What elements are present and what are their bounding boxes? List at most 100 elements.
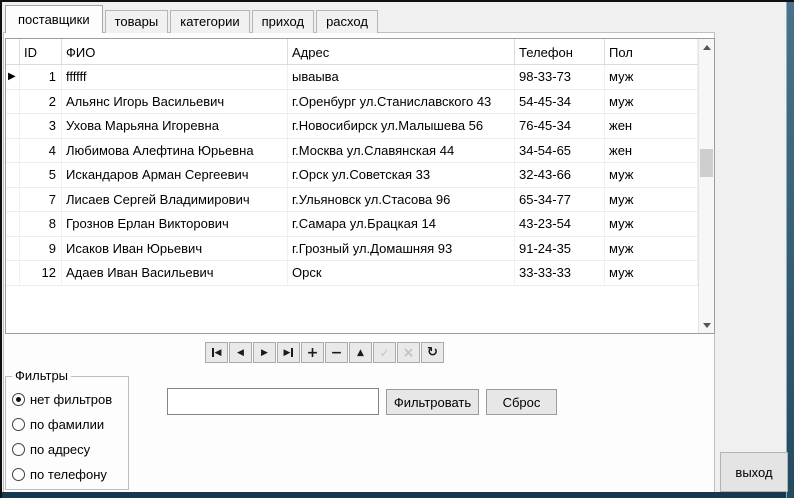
row-indicator-cell [6,187,20,212]
window-frame-bottom [2,492,794,498]
cell-pol: муж [605,212,698,237]
cell-id: 5 [20,163,62,188]
navigator-last-button[interactable]: ▶ [277,342,300,363]
cell-pol: муж [605,163,698,188]
navigator-delete-button[interactable]: − [325,342,348,363]
radio-icon [12,443,25,456]
table-row[interactable]: 9 Исаков Иван Юрьевич г.Грозный ул.Домашня… [6,236,698,261]
navigator-first-button[interactable]: ◀ [205,342,228,363]
table-row[interactable]: 3 Ухова Марьяна Игоревна г.Новосибирск ул.… [6,114,698,139]
cell-phone: 33-33-33 [515,261,605,286]
filter-input[interactable] [167,388,379,415]
app-window: поставщики товары категории приход расход ID… [0,0,794,498]
cell-fio: Грознов Ерлан Викторович [62,212,288,237]
cell-fio: Исаков Иван Юрьевич [62,236,288,261]
row-indicator-cell [6,89,20,114]
cell-phone: 98-33-73 [515,65,605,90]
chevron-up-icon [702,44,711,50]
cell-addr: Орск [288,261,515,286]
window-frame-right [786,2,794,498]
table-row[interactable]: 8 Грознов Ерлан Викторович г.Самара ул.Бра… [6,212,698,237]
cell-pol: жен [605,138,698,163]
cell-id: 12 [20,261,62,286]
table-row[interactable]: 4 Любимова Алефтина Юрьевна г.Москва ул.Сл… [6,138,698,163]
table-row[interactable]: ▶ 1 ffffff ываыва 98-33-73 муж [6,65,698,90]
cell-phone: 54-45-34 [515,89,605,114]
exit-button[interactable]: выход [720,452,788,492]
column-header-addr[interactable]: Адрес [288,39,515,65]
table-row[interactable]: 2 Альянс Игорь Васильевич г.Оренбург ул.Ст… [6,89,698,114]
scroll-up-button[interactable] [699,39,714,55]
cell-phone: 32-43-66 [515,163,605,188]
row-indicator-cell [6,261,20,286]
cell-addr: г.Москва ул.Славянская 44 [288,138,515,163]
filter-apply-button[interactable]: Фильтровать [386,389,479,415]
cell-pol: жен [605,114,698,139]
radio-icon [12,418,25,431]
cell-id: 4 [20,138,62,163]
cell-id: 9 [20,236,62,261]
cell-fio: Лисаев Сергей Владимирович [62,187,288,212]
filter-radio-2[interactable]: по адресу [12,441,128,458]
filter-options: нет фильтров по фамилии по адресу по телефо… [6,391,128,483]
table-row[interactable]: 7 Лисаев Сергей Владимирович г.Ульяновск у… [6,187,698,212]
tab-4[interactable]: расход [316,10,378,33]
cell-addr: г.Оренбург ул.Станиславского 43 [288,89,515,114]
navigator-prior-button[interactable]: ◀ [229,342,252,363]
cell-fio: Ухова Марьяна Игоревна [62,114,288,139]
table-header-row: ID ФИО Адрес Телефон Пол [6,39,698,65]
cell-id: 3 [20,114,62,139]
navigator-refresh-button[interactable]: ↻ [421,342,444,363]
cell-addr: г.Орск ул.Советская 33 [288,163,515,188]
current-row-arrow-icon: ▶ [8,70,16,82]
db-navigator: ◀ ◀ ▶ ▶ + − ▲ ✓ × ↻ [205,342,444,363]
suppliers-table: ID ФИО Адрес Телефон Пол ▶ 1 ffffff ываыва 98-33… [5,38,715,334]
filter-radio-3[interactable]: по телефону [12,466,128,483]
column-header-id[interactable]: ID [20,39,62,65]
tab-0[interactable]: поставщики [5,5,103,33]
cell-pol: муж [605,65,698,90]
vertical-scrollbar[interactable] [698,39,714,333]
filters-groupbox: Фильтры нет фильтров по фамилии по адресу п… [5,368,129,490]
filter-radio-label: по телефону [30,467,107,482]
row-indicator-cell [6,114,20,139]
filter-radio-0[interactable]: нет фильтров [12,391,128,408]
cell-pol: муж [605,236,698,261]
tab-1[interactable]: товары [104,10,169,33]
cell-addr: г.Грозный ул.Домашняя 93 [288,236,515,261]
filter-radio-label: нет фильтров [30,392,113,407]
navigator-next-button[interactable]: ▶ [253,342,276,363]
cell-phone: 43-23-54 [515,212,605,237]
navigator-edit-button[interactable]: ▲ [349,342,372,363]
indicator-column-header [6,39,20,65]
column-header-fio[interactable]: ФИО [62,39,288,65]
scroll-down-button[interactable] [699,317,714,333]
cell-id: 1 [20,65,62,90]
cell-addr: ываыва [288,65,515,90]
cell-phone: 65-34-77 [515,187,605,212]
filter-reset-button[interactable]: Сброс [486,389,557,415]
table-row[interactable]: 12 Адаев Иван Васильевич Орск 33-33-33 муж [6,261,698,286]
cell-fio: Любимова Алефтина Юрьевна [62,138,288,163]
cell-fio: Искандаров Арман Сергеевич [62,163,288,188]
tab-3[interactable]: приход [251,10,315,33]
column-header-pol[interactable]: Пол [605,39,698,65]
row-indicator-cell [6,212,20,237]
tab-2[interactable]: категории [170,10,250,33]
column-header-phone[interactable]: Телефон [515,39,605,65]
cell-addr: г.Самара ул.Брацкая 14 [288,212,515,237]
cell-phone: 34-54-65 [515,138,605,163]
table-body: ▶ 1 ffffff ываыва 98-33-73 муж 2 Альянс Игорь В… [6,65,698,286]
filters-groupbox-title: Фильтры [12,368,72,383]
cell-addr: г.Ульяновск ул.Стасова 96 [288,187,515,212]
cell-fio: ffffff [62,65,288,90]
filter-radio-1[interactable]: по фамилии [12,416,128,433]
cell-addr: г.Новосибирск ул.Малышева 56 [288,114,515,139]
table-row[interactable]: 5 Искандаров Арман Сергеевич г.Орск ул.Сов… [6,163,698,188]
chevron-down-icon [702,322,711,328]
navigator-post-button: ✓ [373,342,396,363]
scrollbar-thumb[interactable] [700,149,713,177]
cell-pol: муж [605,89,698,114]
navigator-insert-button[interactable]: + [301,342,324,363]
cell-pol: муж [605,261,698,286]
